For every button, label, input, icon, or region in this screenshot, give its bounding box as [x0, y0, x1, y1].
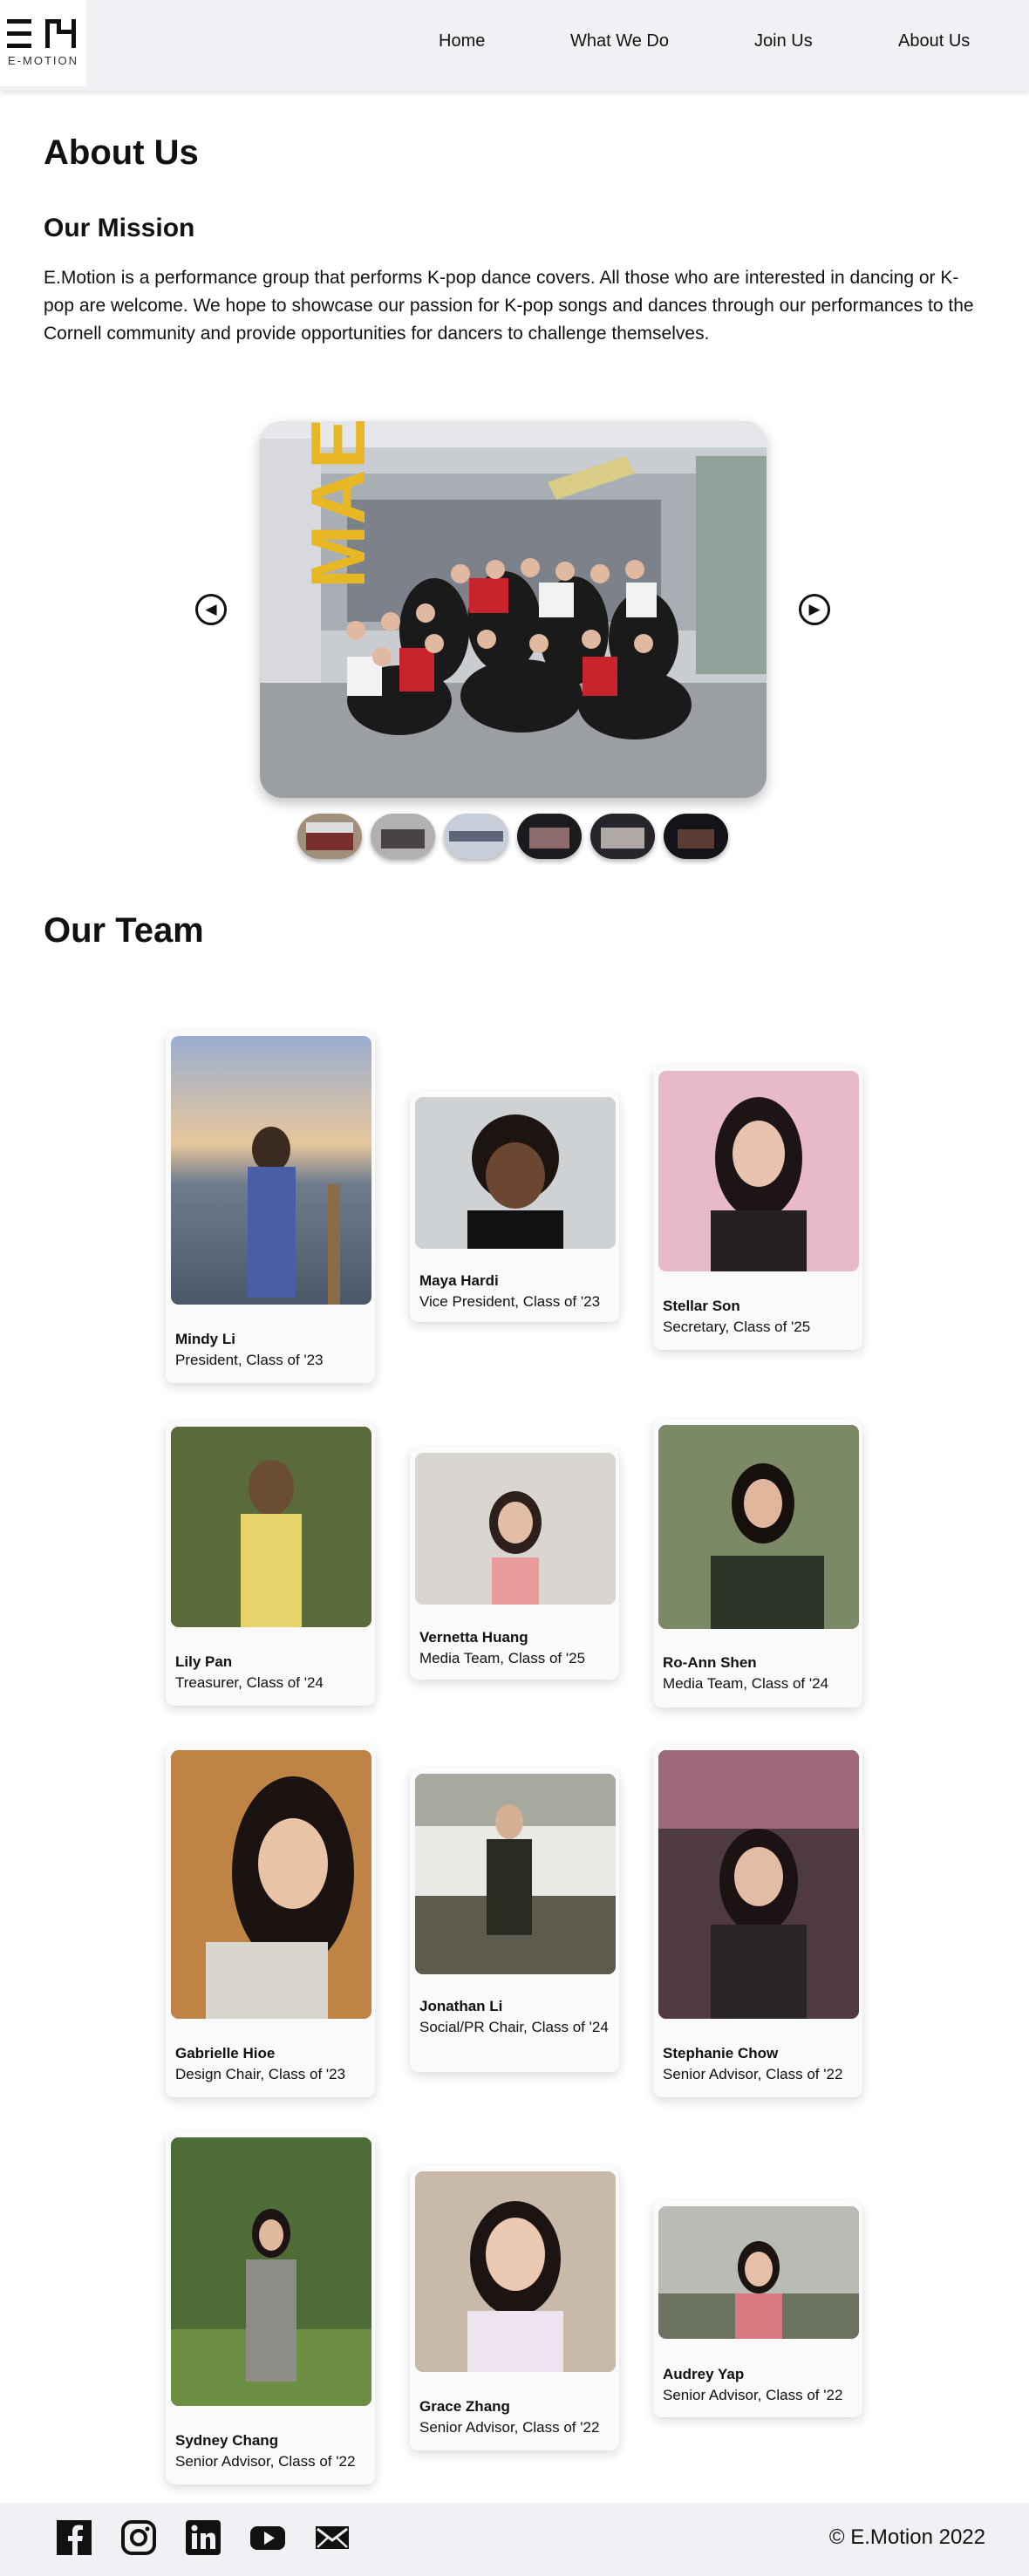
- member-role: President, Class of '23: [175, 1352, 324, 1368]
- team-card: Jonathan Li Social/PR Chair, Class of '2…: [410, 1768, 619, 2072]
- carousel-thumbnail-4[interactable]: [517, 814, 582, 859]
- group-photo-image: MAE: [260, 421, 767, 798]
- carousel-thumbnail-3[interactable]: [444, 814, 508, 859]
- member-photo-image: [171, 1427, 371, 1627]
- team-card: Stellar Son Secretary, Class of '25: [653, 1066, 862, 1350]
- member-photo: [415, 2171, 616, 2372]
- member-photo-image: [711, 1097, 807, 1271]
- member-role: Treasurer, Class of '24: [175, 1674, 324, 1691]
- carousel-thumbnail-5[interactable]: [590, 814, 655, 859]
- team-card: Mindy Li President, Class of '23: [166, 1031, 375, 1383]
- logo-text: E-MOTION: [8, 54, 78, 67]
- site-header: E-MOTION Home What We Do Join Us About U…: [0, 0, 1029, 91]
- triangle-right-icon: ▶: [808, 601, 821, 617]
- member-name: Sydney Chang: [175, 2432, 279, 2449]
- member-role: Media Team, Class of '25: [419, 1650, 586, 1666]
- team-title: Our Team: [44, 911, 204, 950]
- instagram-icon[interactable]: [119, 2518, 158, 2557]
- member-name: Lily Pan: [175, 1653, 233, 1670]
- youtube-icon[interactable]: [249, 2518, 287, 2557]
- team-card: Grace Zhang Senior Advisor, Class of '22: [410, 2166, 619, 2450]
- nav-home[interactable]: Home: [439, 31, 485, 51]
- member-name: Vernetta Huang: [419, 1629, 528, 1646]
- logo-mark-icon: [6, 19, 76, 48]
- member-photo: [415, 1453, 616, 1605]
- member-role: Design Chair, Class of '23: [175, 2066, 346, 2082]
- team-card: Sydney Chang Senior Advisor, Class of '2…: [166, 2132, 375, 2484]
- carousel-prev-button[interactable]: ◀: [195, 594, 227, 625]
- member-role: Senior Advisor, Class of '22: [175, 2453, 356, 2470]
- member-photo: [171, 1036, 371, 1305]
- member-role: Media Team, Class of '24: [663, 1675, 829, 1692]
- member-role: Vice President, Class of '23: [419, 1293, 601, 1310]
- facebook-icon[interactable]: [55, 2518, 93, 2557]
- mail-icon[interactable]: [313, 2518, 351, 2557]
- member-photo-image: [415, 1453, 616, 1605]
- member-role: Senior Advisor, Class of '22: [419, 2419, 600, 2436]
- thumbnail-image: [449, 831, 503, 842]
- member-role: Senior Advisor, Class of '22: [663, 2066, 843, 2082]
- mission-title: Our Mission: [44, 214, 195, 242]
- team-card: Vernetta Huang Media Team, Class of '25: [410, 1448, 619, 1680]
- thumbnail-image: [529, 828, 569, 848]
- svg-text:MAE: MAE: [295, 421, 381, 589]
- carousel-next-button[interactable]: ▶: [799, 594, 830, 625]
- member-name: Mindy Li: [175, 1331, 235, 1347]
- nav-what-we-do[interactable]: What We Do: [570, 31, 669, 51]
- member-photo: [415, 1774, 616, 1974]
- thumbnail-image: [601, 828, 644, 848]
- carousel-thumbnail-1[interactable]: [297, 814, 362, 859]
- thumbnail-image: [306, 822, 353, 850]
- team-card: Lily Pan Treasurer, Class of '24: [166, 1421, 375, 1706]
- member-photo-image: [658, 1425, 859, 1629]
- member-name: Ro-Ann Shen: [663, 1654, 757, 1671]
- team-card: Maya Hardi Vice President, Class of '23: [410, 1092, 619, 1322]
- member-photo: [415, 1097, 616, 1249]
- team-card: Gabrielle Hioe Design Chair, Class of '2…: [166, 1745, 375, 2097]
- carousel-main-photo: MAE: [260, 421, 767, 798]
- member-photo: [658, 1071, 859, 1271]
- member-name: Grace Zhang: [419, 2398, 510, 2415]
- carousel-thumbnail-2[interactable]: [371, 814, 435, 859]
- mission-text: E.Motion is a performance group that per…: [44, 268, 974, 344]
- member-photo: [658, 1750, 859, 2019]
- copyright-text: © E.Motion 2022: [828, 2525, 985, 2549]
- nav-join-us[interactable]: Join Us: [754, 31, 813, 51]
- member-photo: [658, 1425, 859, 1629]
- carousel-thumbnail-6[interactable]: [664, 814, 728, 859]
- member-name: Jonathan Li: [419, 1998, 503, 2014]
- member-photo-image: [248, 1127, 340, 1305]
- member-name: Audrey Yap: [663, 2366, 745, 2382]
- member-name: Maya Hardi: [419, 1272, 499, 1289]
- member-photo-image: [171, 1750, 371, 2019]
- thumbnail-image: [678, 829, 714, 848]
- member-photo: [171, 2137, 371, 2406]
- logo[interactable]: E-MOTION: [0, 0, 86, 86]
- member-photo-image: [658, 1750, 859, 2019]
- triangle-left-icon: ◀: [205, 601, 217, 617]
- member-role: Social/PR Chair, Class of '24: [419, 2019, 609, 2035]
- member-photo: [658, 2206, 859, 2339]
- member-photo: [171, 1427, 371, 1627]
- member-role: Senior Advisor, Class of '22: [663, 2387, 843, 2403]
- team-card: Audrey Yap Senior Advisor, Class of '22: [653, 2201, 862, 2417]
- member-name: Stephanie Chow: [663, 2045, 779, 2061]
- member-photo-image: [415, 2171, 616, 2372]
- member-name: Gabrielle Hioe: [175, 2045, 276, 2061]
- member-name: Stellar Son: [663, 1298, 740, 1314]
- thumbnail-image: [381, 829, 425, 848]
- member-role: Secretary, Class of '25: [663, 1319, 811, 1335]
- linkedin-icon[interactable]: [184, 2518, 222, 2557]
- page-title: About Us: [44, 133, 199, 172]
- team-card: Stephanie Chow Senior Advisor, Class of …: [653, 1745, 862, 2097]
- member-photo-image: [415, 1774, 616, 1974]
- member-photo-image: [658, 2206, 859, 2339]
- member-photo: [171, 1750, 371, 2019]
- team-card: Ro-Ann Shen Media Team, Class of '24: [653, 1420, 862, 1707]
- member-photo-image: [415, 1097, 616, 1249]
- nav-about-us[interactable]: About Us: [898, 31, 970, 51]
- member-photo-image: [171, 2137, 371, 2406]
